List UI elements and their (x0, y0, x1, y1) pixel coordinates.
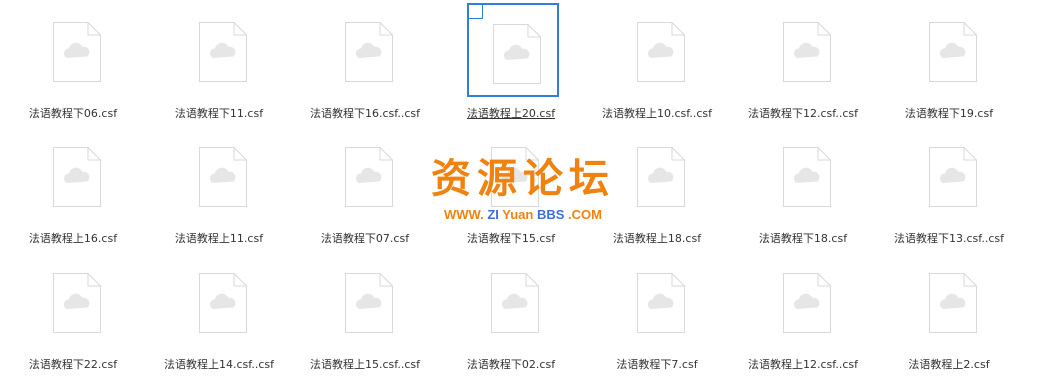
file-thumbnail[interactable] (321, 128, 413, 222)
file-grid: 法语教程下06.csf 法语教程下11.csf 法语教程下16.csf..csf 法语… (0, 0, 1045, 385)
file-thumbnail[interactable] (905, 128, 997, 222)
file-thumbnail[interactable] (613, 128, 705, 222)
file-item[interactable]: 法语教程下12.csf..csf (730, 3, 876, 129)
file-item[interactable]: 法语教程下16.csf..csf (292, 3, 438, 129)
file-name[interactable]: 法语教程上18.csf (584, 230, 730, 246)
file-name[interactable]: 法语教程上11.csf (146, 230, 292, 246)
blank-file-cloud-icon (637, 22, 685, 82)
file-name[interactable]: 法语教程下13.csf..csf (876, 230, 1022, 246)
file-thumbnail[interactable] (613, 254, 705, 348)
file-thumbnail[interactable] (613, 3, 705, 97)
file-name[interactable]: 法语教程下22.csf (0, 356, 146, 372)
blank-file-cloud-icon (637, 273, 685, 333)
file-name[interactable]: 法语教程下07.csf (292, 230, 438, 246)
file-thumbnail[interactable] (321, 254, 413, 348)
file-thumbnail[interactable] (905, 3, 997, 97)
blank-file-cloud-icon (199, 273, 247, 333)
file-name[interactable]: 法语教程上12.csf..csf (730, 356, 876, 372)
blank-file-cloud-icon (199, 22, 247, 82)
file-name[interactable]: 法语教程下15.csf (438, 230, 584, 246)
file-thumbnail[interactable] (29, 128, 121, 222)
file-name[interactable]: 法语教程上15.csf..csf (292, 356, 438, 372)
file-thumbnail[interactable] (321, 3, 413, 97)
file-thumbnail[interactable] (29, 254, 121, 348)
file-name[interactable]: 法语教程下02.csf (438, 356, 584, 372)
checkbox-icon[interactable] (468, 4, 483, 19)
blank-file-cloud-icon (929, 147, 977, 207)
blank-file-cloud-icon (493, 24, 541, 84)
file-thumbnail[interactable] (759, 3, 851, 97)
blank-file-cloud-icon (637, 147, 685, 207)
blank-file-cloud-icon (491, 147, 539, 207)
file-item[interactable]: 法语教程下06.csf (0, 3, 146, 129)
file-name[interactable]: 法语教程下18.csf (730, 230, 876, 246)
file-thumbnail[interactable] (467, 254, 559, 348)
file-item[interactable]: 法语教程下22.csf (0, 254, 146, 380)
file-item[interactable]: 法语教程下15.csf (438, 128, 584, 254)
file-thumbnail[interactable] (175, 3, 267, 97)
file-name[interactable]: 法语教程上16.csf (0, 230, 146, 246)
file-item[interactable]: 法语教程上2.csf (876, 254, 1022, 380)
file-name[interactable]: 法语教程下7.csf (584, 356, 730, 372)
file-item[interactable]: 法语教程下11.csf (146, 3, 292, 129)
file-item[interactable]: 法语教程上15.csf..csf (292, 254, 438, 380)
file-item[interactable]: 法语教程下13.csf..csf (876, 128, 1022, 254)
blank-file-cloud-icon (345, 147, 393, 207)
blank-file-cloud-icon (783, 22, 831, 82)
blank-file-cloud-icon (53, 22, 101, 82)
blank-file-cloud-icon (929, 22, 977, 82)
file-name[interactable]: 法语教程上10.csf..csf (584, 105, 730, 121)
file-thumbnail[interactable] (467, 128, 559, 222)
blank-file-cloud-icon (929, 273, 977, 333)
file-item[interactable]: 法语教程上14.csf..csf (146, 254, 292, 380)
blank-file-cloud-icon (199, 147, 247, 207)
file-thumbnail[interactable] (29, 3, 121, 97)
file-thumbnail[interactable] (175, 254, 267, 348)
file-thumbnail[interactable] (759, 254, 851, 348)
file-item[interactable]: 法语教程下19.csf (876, 3, 1022, 129)
file-thumbnail[interactable] (175, 128, 267, 222)
file-name[interactable]: 法语教程下16.csf..csf (292, 105, 438, 121)
file-name[interactable]: 法语教程上14.csf..csf (146, 356, 292, 372)
file-item[interactable]: 法语教程上12.csf..csf (730, 254, 876, 380)
blank-file-cloud-icon (491, 273, 539, 333)
blank-file-cloud-icon (53, 273, 101, 333)
file-item[interactable]: 法语教程上20.csf (438, 3, 584, 129)
file-item[interactable]: 法语教程上16.csf (0, 128, 146, 254)
blank-file-cloud-icon (783, 273, 831, 333)
file-item[interactable]: 法语教程下18.csf (730, 128, 876, 254)
file-name[interactable]: 法语教程下19.csf (876, 105, 1022, 121)
file-item[interactable]: 法语教程下07.csf (292, 128, 438, 254)
file-name[interactable]: 法语教程上20.csf (438, 105, 584, 121)
file-item[interactable]: 法语教程上10.csf..csf (584, 3, 730, 129)
file-name[interactable]: 法语教程下06.csf (0, 105, 146, 121)
blank-file-cloud-icon (345, 22, 393, 82)
file-name[interactable]: 法语教程下12.csf..csf (730, 105, 876, 121)
blank-file-cloud-icon (53, 147, 101, 207)
file-item[interactable]: 法语教程下7.csf (584, 254, 730, 380)
file-item[interactable]: 法语教程上18.csf (584, 128, 730, 254)
file-name[interactable]: 法语教程下11.csf (146, 105, 292, 121)
file-item[interactable]: 法语教程上11.csf (146, 128, 292, 254)
file-thumbnail[interactable] (905, 254, 997, 348)
file-thumbnail[interactable] (759, 128, 851, 222)
file-name[interactable]: 法语教程上2.csf (876, 356, 1022, 372)
blank-file-cloud-icon (345, 273, 393, 333)
blank-file-cloud-icon (783, 147, 831, 207)
file-thumbnail[interactable] (467, 3, 559, 97)
file-item[interactable]: 法语教程下02.csf (438, 254, 584, 380)
